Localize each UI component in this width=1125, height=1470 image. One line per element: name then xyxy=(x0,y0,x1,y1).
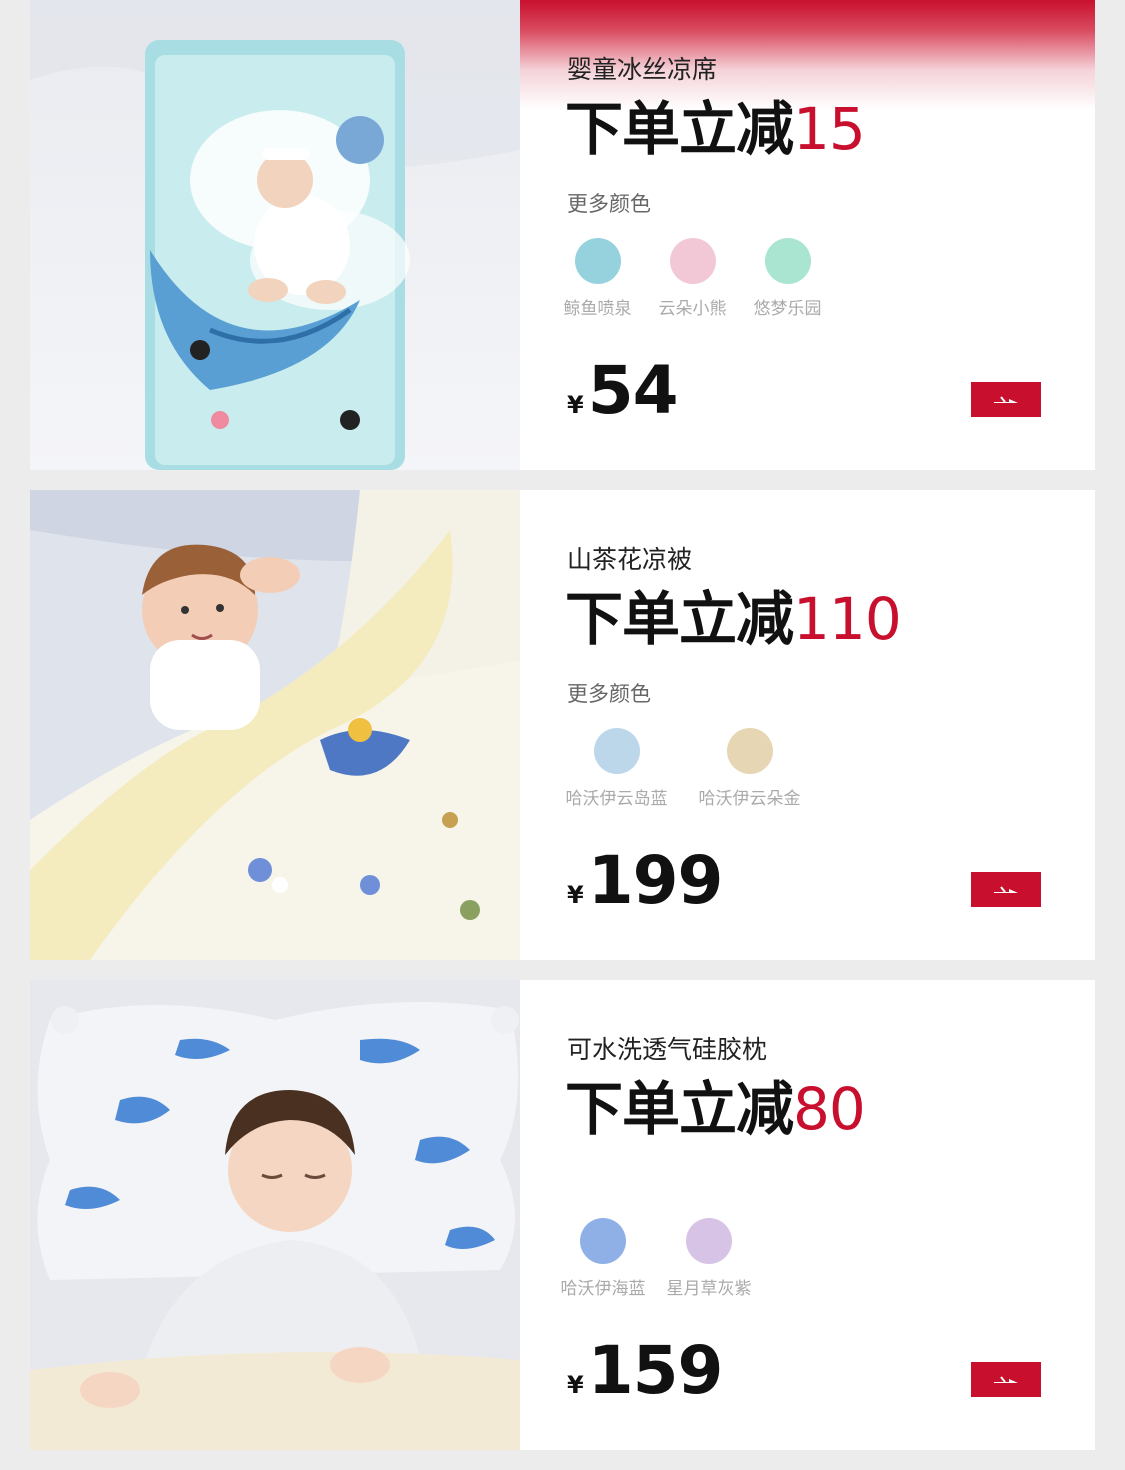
price-value: 199 xyxy=(587,842,724,919)
price-value: 54 xyxy=(587,352,679,429)
color-swatch[interactable]: 哈沃伊云朵金 xyxy=(683,728,816,809)
swatch-dot[interactable] xyxy=(764,238,811,284)
color-swatch[interactable]: 鲸鱼喷泉 xyxy=(550,238,645,319)
price: ¥199 xyxy=(567,842,724,919)
swatch-label: 云朵小熊 xyxy=(658,299,727,319)
swatch-label: 星月草灰紫 xyxy=(666,1279,752,1299)
promo-amount: 15 xyxy=(793,95,866,163)
color-swatch-row: 哈沃伊海蓝 星月草灰紫 xyxy=(550,1218,762,1299)
arrow-icon xyxy=(994,1375,1018,1383)
promo-prefix: 下单立减 xyxy=(565,585,794,653)
baby-on-whale-mat-image xyxy=(30,0,520,470)
product-photo[interactable] xyxy=(30,0,520,470)
promo-headline: 下单立减15 xyxy=(565,82,866,166)
product-info: 可水洗透气硅胶枕 下单立减80 哈沃伊海蓝 星月草灰紫 ¥159 xyxy=(520,980,1095,1450)
arrow-icon xyxy=(994,395,1018,403)
product-card[interactable]: 婴童冰丝凉席 下单立减15 更多颜色 鲸鱼喷泉 云朵小熊 悠梦乐园 ¥54 xyxy=(30,0,1095,470)
currency-symbol: ¥ xyxy=(567,1371,584,1399)
product-name: 婴童冰丝凉席 xyxy=(567,55,718,84)
product-card[interactable]: 可水洗透气硅胶枕 下单立减80 哈沃伊海蓝 星月草灰紫 ¥159 xyxy=(30,980,1095,1450)
price: ¥54 xyxy=(567,352,679,429)
swatch-dot[interactable] xyxy=(686,1218,732,1264)
more-colors-label: 更多颜色 xyxy=(567,682,651,706)
color-swatch-row: 鲸鱼喷泉 云朵小熊 悠梦乐园 xyxy=(550,238,835,319)
color-swatch-row: 哈沃伊云岛蓝 哈沃伊云朵金 xyxy=(550,728,816,809)
swatch-label: 哈沃伊海蓝 xyxy=(560,1279,646,1299)
toddler-under-quilt-image xyxy=(30,490,520,960)
swatch-dot[interactable] xyxy=(574,238,621,284)
price-value: 159 xyxy=(587,1332,724,1409)
product-photo[interactable] xyxy=(30,490,520,960)
currency-symbol: ¥ xyxy=(567,391,584,419)
swatch-label: 鲸鱼喷泉 xyxy=(563,299,632,319)
arrow-icon xyxy=(994,885,1018,893)
price: ¥159 xyxy=(567,1332,724,1409)
buy-button[interactable] xyxy=(971,1362,1041,1397)
promo-headline: 下单立减80 xyxy=(565,1062,866,1146)
color-swatch[interactable]: 哈沃伊云岛蓝 xyxy=(550,728,683,809)
color-swatch[interactable]: 星月草灰紫 xyxy=(656,1218,762,1299)
product-info: 婴童冰丝凉席 下单立减15 更多颜色 鲸鱼喷泉 云朵小熊 悠梦乐园 ¥54 xyxy=(520,0,1095,470)
color-swatch[interactable]: 悠梦乐园 xyxy=(740,238,835,319)
promo-prefix: 下单立减 xyxy=(565,95,794,163)
swatch-label: 哈沃伊云朵金 xyxy=(698,789,801,809)
swatch-dot[interactable] xyxy=(726,728,773,774)
buy-button[interactable] xyxy=(971,382,1041,417)
promo-amount: 80 xyxy=(793,1075,866,1143)
product-list-page: 婴童冰丝凉席 下单立减15 更多颜色 鲸鱼喷泉 云朵小熊 悠梦乐园 ¥54 山茶… xyxy=(0,0,1125,1470)
color-swatch[interactable]: 云朵小熊 xyxy=(645,238,740,319)
more-colors-label: 更多颜色 xyxy=(567,192,651,216)
promo-headline: 下单立减110 xyxy=(565,572,902,656)
color-swatch[interactable]: 哈沃伊海蓝 xyxy=(550,1218,656,1299)
product-name: 可水洗透气硅胶枕 xyxy=(567,1035,768,1064)
promo-amount: 110 xyxy=(793,585,902,653)
swatch-dot[interactable] xyxy=(593,728,640,774)
product-info: 山茶花凉被 下单立减110 更多颜色 哈沃伊云岛蓝 哈沃伊云朵金 ¥199 xyxy=(520,490,1095,960)
product-name: 山茶花凉被 xyxy=(567,545,693,574)
swatch-dot[interactable] xyxy=(580,1218,626,1264)
swatch-label: 悠梦乐园 xyxy=(753,299,822,319)
buy-button[interactable] xyxy=(971,872,1041,907)
child-on-pillow-image xyxy=(30,980,520,1450)
swatch-dot[interactable] xyxy=(669,238,716,284)
product-card[interactable]: 山茶花凉被 下单立减110 更多颜色 哈沃伊云岛蓝 哈沃伊云朵金 ¥199 xyxy=(30,490,1095,960)
swatch-label: 哈沃伊云岛蓝 xyxy=(565,789,668,809)
promo-prefix: 下单立减 xyxy=(565,1075,794,1143)
product-photo[interactable] xyxy=(30,980,520,1450)
currency-symbol: ¥ xyxy=(567,881,584,909)
